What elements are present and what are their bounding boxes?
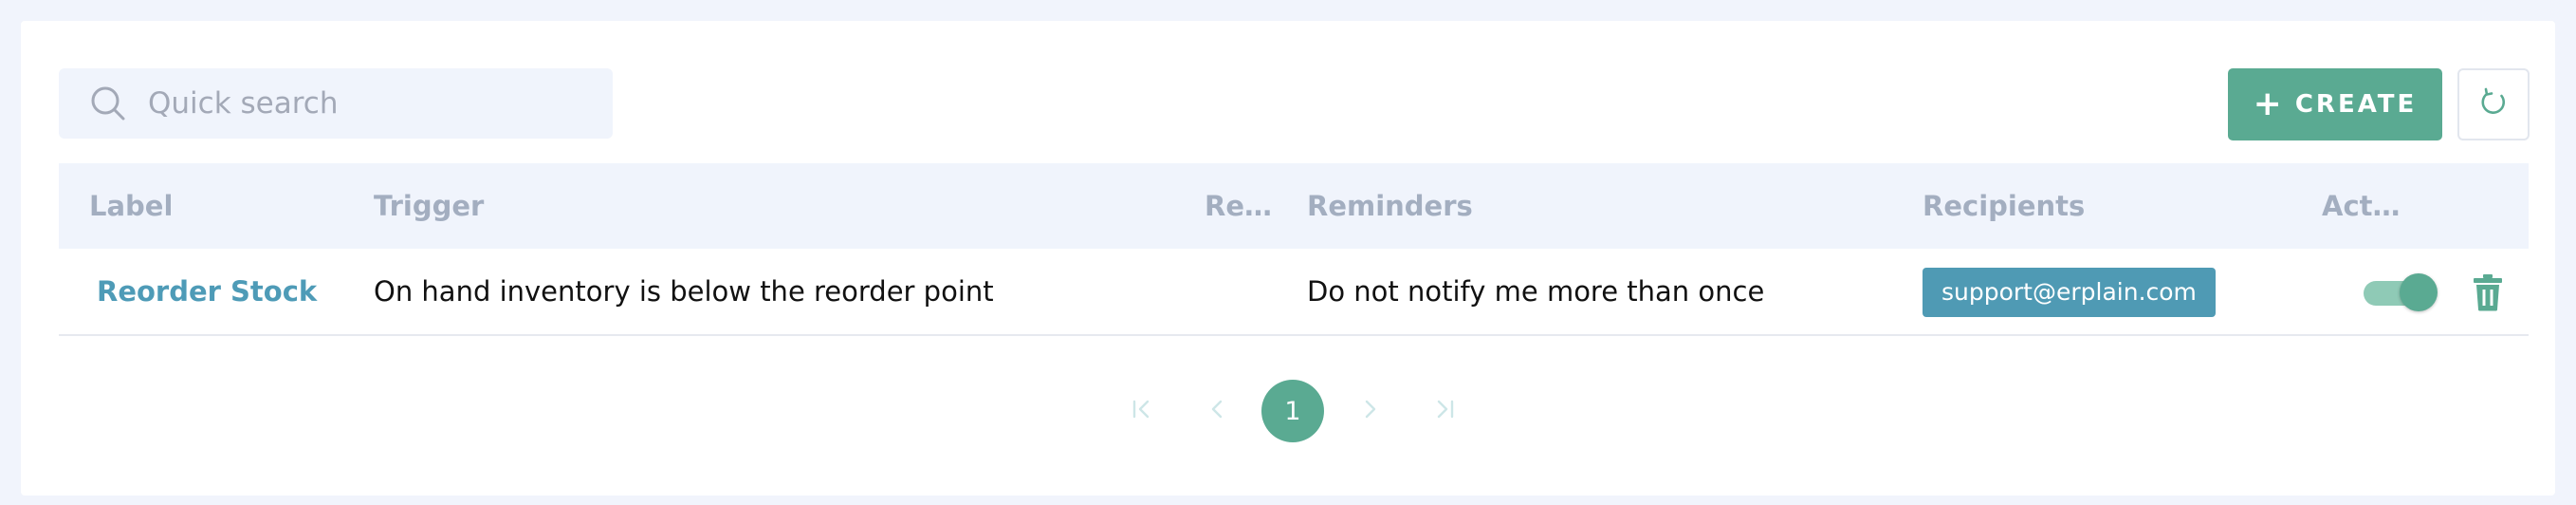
next-page-button[interactable] [1338,380,1401,442]
cell-label: Reorder Stock [97,249,317,334]
column-header-trigger[interactable]: Trigger [374,163,848,249]
active-toggle[interactable] [2364,273,2438,311]
column-header-recurrence[interactable]: Rec... [1205,163,1280,249]
chevron-left-icon [1204,395,1232,427]
column-header-label[interactable]: Label [89,163,326,249]
last-page-button[interactable] [1413,380,1476,442]
last-page-icon [1430,395,1459,427]
column-header-reminders[interactable]: Reminders [1307,163,1781,249]
search-icon [89,84,127,122]
table-header: Label Trigger Rec... Reminders Recipient… [59,163,2529,249]
pagination: 1 [21,380,2555,442]
previous-page-button[interactable] [1187,380,1249,442]
alerts-panel: + CREATE Label Trigger Rec... Reminders … [21,21,2555,496]
create-button-label: CREATE [2294,90,2418,119]
trash-icon [2473,273,2503,315]
refresh-icon [2477,87,2510,122]
cell-reminders: Do not notify me more than once [1307,275,1765,308]
toggle-knob [2400,273,2438,311]
first-page-button[interactable] [1111,380,1173,442]
first-page-icon [1128,395,1156,427]
cell-trigger: On hand inventory is below the reorder p… [374,275,994,308]
table-row: Reorder Stock On hand inventory is below… [59,249,2529,336]
search-box[interactable] [59,68,613,139]
refresh-button[interactable] [2457,68,2530,140]
search-input[interactable] [148,86,594,121]
page-button-current[interactable]: 1 [1261,380,1324,442]
delete-button[interactable] [2469,273,2507,315]
recipient-chip: support@erplain.com [1923,268,2216,317]
column-header-active[interactable]: Acti... [2322,163,2407,249]
plus-icon: + [2253,84,2282,123]
alert-label-link[interactable]: Reorder Stock [97,275,317,308]
column-header-recipients[interactable]: Recipients [1923,163,2207,249]
chevron-right-icon [1355,395,1384,427]
create-button[interactable]: + CREATE [2228,68,2442,140]
